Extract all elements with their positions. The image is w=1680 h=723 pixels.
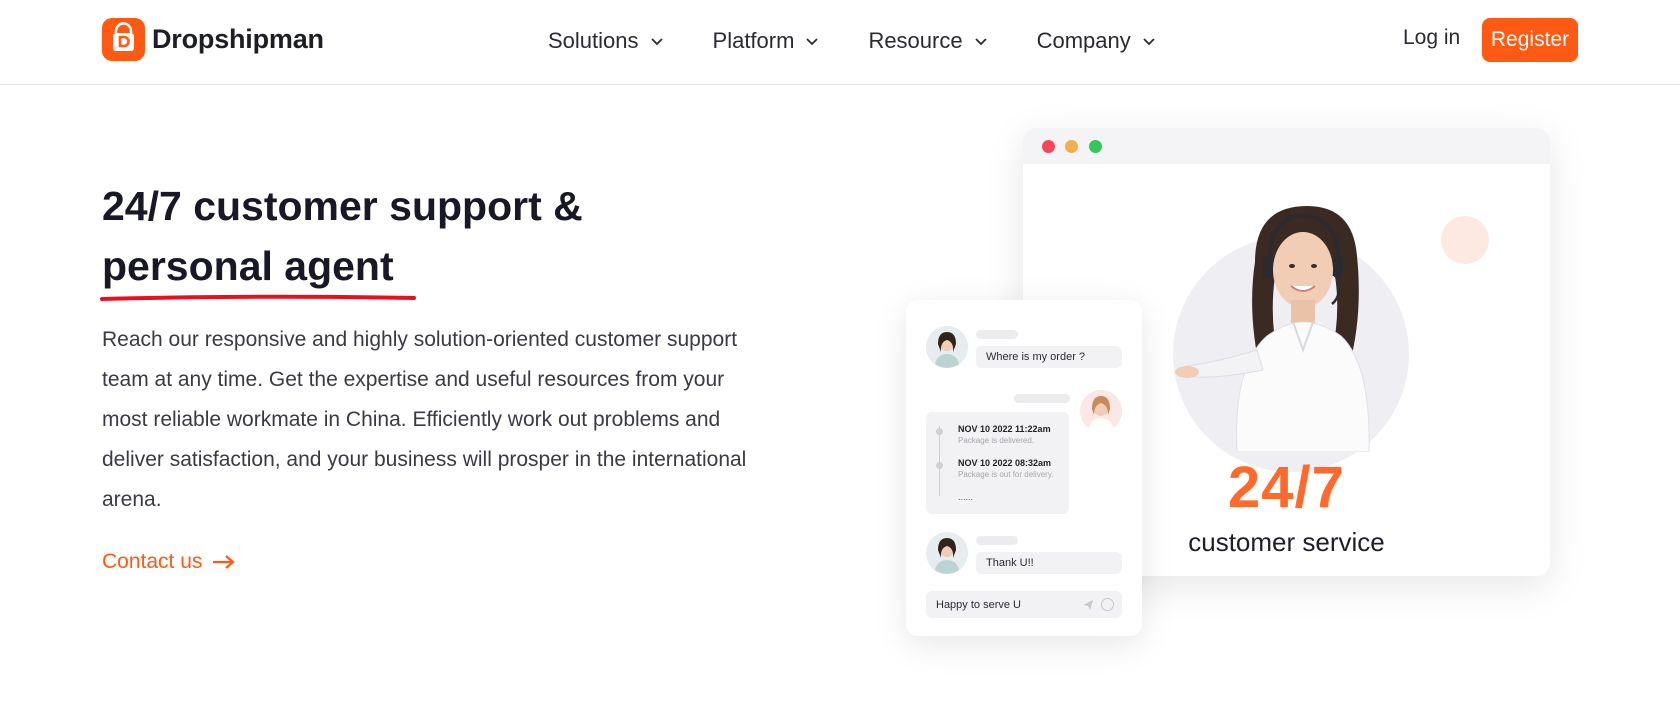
timeline-status: Package is delivered. (958, 436, 1035, 445)
message-bubble: Where is my order ? (976, 346, 1122, 368)
page-title: 24/7 customer support & personal agent (102, 176, 583, 296)
headline-line-2: personal agent (102, 243, 394, 289)
site-header: Dropshipman Solutions Platform Resource … (0, 0, 1680, 85)
contact-label: Contact us (102, 550, 203, 573)
timeline-date: NOV 10 2022 11:22am (958, 424, 1051, 434)
logo[interactable]: Dropshipman (102, 18, 324, 61)
maximize-dot-icon (1089, 140, 1102, 153)
shopping-bag-logo-icon (102, 18, 145, 61)
chevron-down-icon (650, 38, 663, 46)
hero-description: Reach our responsive and highly solution… (102, 328, 747, 511)
nav-platform[interactable]: Platform (713, 26, 821, 56)
send-icon (1083, 600, 1093, 610)
name-placeholder (976, 330, 1018, 339)
highlight-underline (100, 294, 416, 301)
order-tracking-timeline: NOV 10 2022 11:22am Package is delivered… (926, 412, 1069, 514)
main-nav: Solutions Platform Resource Company (548, 26, 1157, 56)
register-button[interactable]: Register (1482, 18, 1578, 62)
customer-avatar (1080, 390, 1122, 432)
minimize-dot-icon (1065, 140, 1078, 153)
name-placeholder (976, 536, 1018, 545)
name-placeholder (1014, 394, 1070, 403)
timeline-line (939, 426, 940, 496)
nav-label: Platform (712, 28, 795, 53)
contact-us-link[interactable]: Contact us (102, 550, 236, 574)
timeline-dot (936, 428, 943, 435)
chat-input: Happy to serve U (926, 591, 1122, 618)
timeline-dot (936, 462, 943, 469)
chevron-down-icon (1143, 38, 1155, 46)
chevron-down-icon (806, 38, 819, 46)
nav-label: Solutions (548, 28, 639, 53)
login-link[interactable]: Log in (1403, 26, 1460, 50)
agent-avatar (926, 532, 968, 574)
timeline-date: NOV 10 2022 08:32am (958, 458, 1052, 468)
decorative-dot (1441, 216, 1489, 264)
brand-name: Dropshipman (152, 24, 324, 54)
nav-label: Resource (868, 28, 963, 53)
browser-titlebar (1023, 128, 1550, 164)
arrow-right-icon (213, 555, 236, 569)
emoji-icon (1101, 598, 1114, 611)
nav-solutions[interactable]: Solutions (548, 26, 665, 56)
nav-resource[interactable]: Resource (868, 26, 988, 56)
message-bubble: Thank U!! (976, 552, 1122, 574)
support-agent-illustration (1175, 206, 1370, 452)
close-dot-icon (1042, 140, 1055, 153)
chevron-down-icon (974, 38, 987, 46)
nav-company[interactable]: Company (1037, 26, 1157, 56)
chat-card: Where is my order ? NOV 10 2022 11:22am … (906, 300, 1142, 636)
timeline-more: ...... (958, 492, 974, 502)
timeline-status: Package is out for delivery. (958, 470, 1054, 479)
chat-input-text: Happy to serve U (936, 598, 1021, 611)
headline-line-1: 24/7 customer support & (102, 183, 583, 229)
agent-avatar (926, 326, 968, 368)
nav-label: Company (1036, 28, 1131, 53)
